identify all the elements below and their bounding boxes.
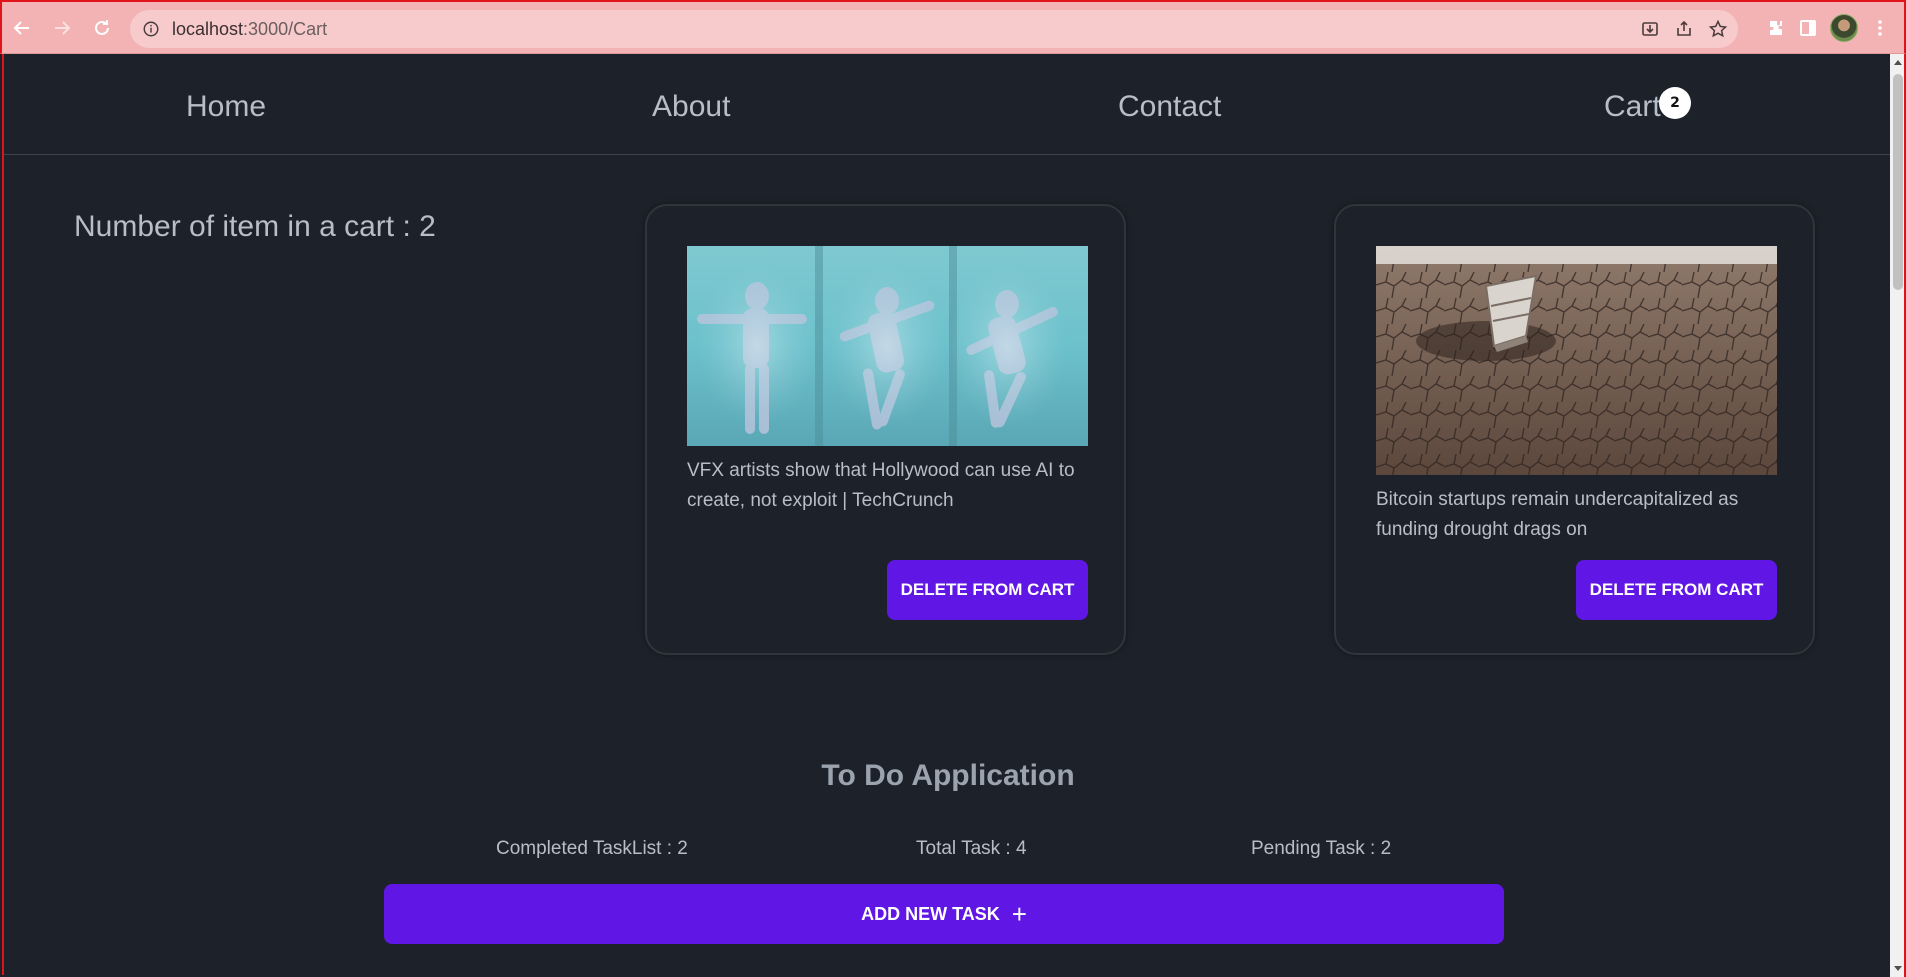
nav-cart-link[interactable]: Cart [1604,90,1661,124]
nav-about-link[interactable]: About [652,90,730,124]
address-bar[interactable]: localhost:3000/Cart [130,10,1738,48]
info-icon[interactable] [142,20,160,38]
back-button[interactable] [2,8,42,48]
url-path: :3000/Cart [243,18,328,39]
forward-arrow-icon [55,20,71,35]
total-task-count: Total Task : 4 [916,838,1027,859]
delete-from-cart-button[interactable]: DELETE FROM CART [1576,560,1777,620]
article-image-drought [1376,246,1777,475]
top-navigation: Home About Contact Cart 2 [4,54,1892,155]
url-host: localhost [172,18,244,39]
cart-item-count: Number of item in a cart : 2 [74,210,436,243]
plus-icon: + [1011,899,1027,929]
share-icon[interactable] [1674,19,1694,39]
completed-task-count: Completed TaskList : 2 [496,838,688,859]
scroll-up-icon[interactable] [1894,60,1902,65]
install-app-icon[interactable] [1640,19,1660,39]
scroll-down-icon[interactable] [1894,966,1902,971]
cart-count-badge: 2 [1659,87,1691,119]
url-text[interactable]: localhost:3000/Cart [172,19,327,40]
menu-kebab-icon[interactable] [1870,18,1890,38]
nav-home-link[interactable]: Home [186,90,266,124]
article-image-vfx [687,246,1088,446]
back-arrow-icon [13,20,29,35]
scroll-thumb[interactable] [1893,74,1903,290]
article-title: Bitcoin startups remain undercapitalized… [1376,489,1739,540]
cart-item-card: Bitcoin startups remain undercapitalized… [1334,204,1815,655]
reload-button[interactable] [82,8,122,48]
pending-task-count: Pending Task : 2 [1251,838,1392,859]
vertical-scrollbar[interactable] [1890,54,1906,977]
forward-button[interactable] [42,8,82,48]
add-new-task-label: ADD NEW TASK [861,903,1000,924]
page-content: Home About Contact Cart 2 Number of item… [2,54,1894,975]
reload-icon [95,19,109,35]
browser-toolbar: localhost:3000/Cart [0,0,1906,54]
article-title: VFX artists show that Hollywood can use … [687,460,1075,511]
delete-from-cart-button[interactable]: DELETE FROM CART [887,560,1088,620]
cart-item-card: VFX artists show that Hollywood can use … [645,204,1126,655]
add-new-task-button[interactable]: ADD NEW TASK + [384,884,1504,944]
profile-avatar[interactable] [1830,14,1858,42]
extensions-icon[interactable] [1766,18,1786,38]
bookmark-star-icon[interactable] [1708,19,1728,39]
side-panel-icon[interactable] [1798,18,1818,38]
nav-contact-link[interactable]: Contact [1118,90,1221,124]
todo-title: To Do Application [821,759,1075,792]
